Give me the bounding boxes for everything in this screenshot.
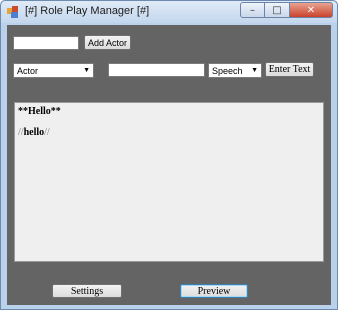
chevron-down-icon: ▼ [251,67,258,74]
speech-text-input[interactable] [108,63,205,77]
add-actor-label: Add Actor [87,37,128,48]
actor-select-value: Actor [17,65,39,76]
settings-label: Settings [70,285,104,297]
client-area: Add Actor Actor ▼ Speech ▼ Enter Text **… [7,25,331,305]
app-icon [7,6,18,18]
window-controls: – □ ✕ [240,2,333,18]
italic-close-marker: // [44,127,50,138]
enter-text-label: Enter Text [268,64,311,75]
preview-button[interactable]: Preview [180,284,248,298]
maximize-icon: □ [272,4,282,16]
title-bar[interactable]: [#] Role Play Manager [#] – □ ✕ [1,1,337,23]
maximize-button[interactable]: □ [265,2,290,18]
add-actor-button[interactable]: Add Actor [84,35,131,50]
actor-select[interactable]: Actor ▼ [13,63,94,78]
actor-name-input[interactable] [13,36,79,50]
output-line-2: //hello// [18,127,320,138]
italic-word: hello [23,127,45,138]
speech-type-select[interactable]: Speech ▼ [208,63,262,78]
output-line-1: **Hello** [18,106,61,117]
window-title: [#] Role Play Manager [#] [25,5,150,17]
minimize-button[interactable]: – [240,2,265,18]
settings-button[interactable]: Settings [52,284,122,298]
app-window: [#] Role Play Manager [#] – □ ✕ Add Acto… [0,0,338,310]
enter-text-button[interactable]: Enter Text [265,62,314,77]
close-button[interactable]: ✕ [290,2,333,18]
speech-type-value: Speech [212,65,243,76]
output-textarea[interactable]: **Hello** //hello// [14,102,324,262]
minimize-icon: – [250,4,255,16]
preview-label: Preview [197,285,231,297]
chevron-down-icon: ▼ [83,67,90,74]
close-icon: ✕ [306,4,316,16]
